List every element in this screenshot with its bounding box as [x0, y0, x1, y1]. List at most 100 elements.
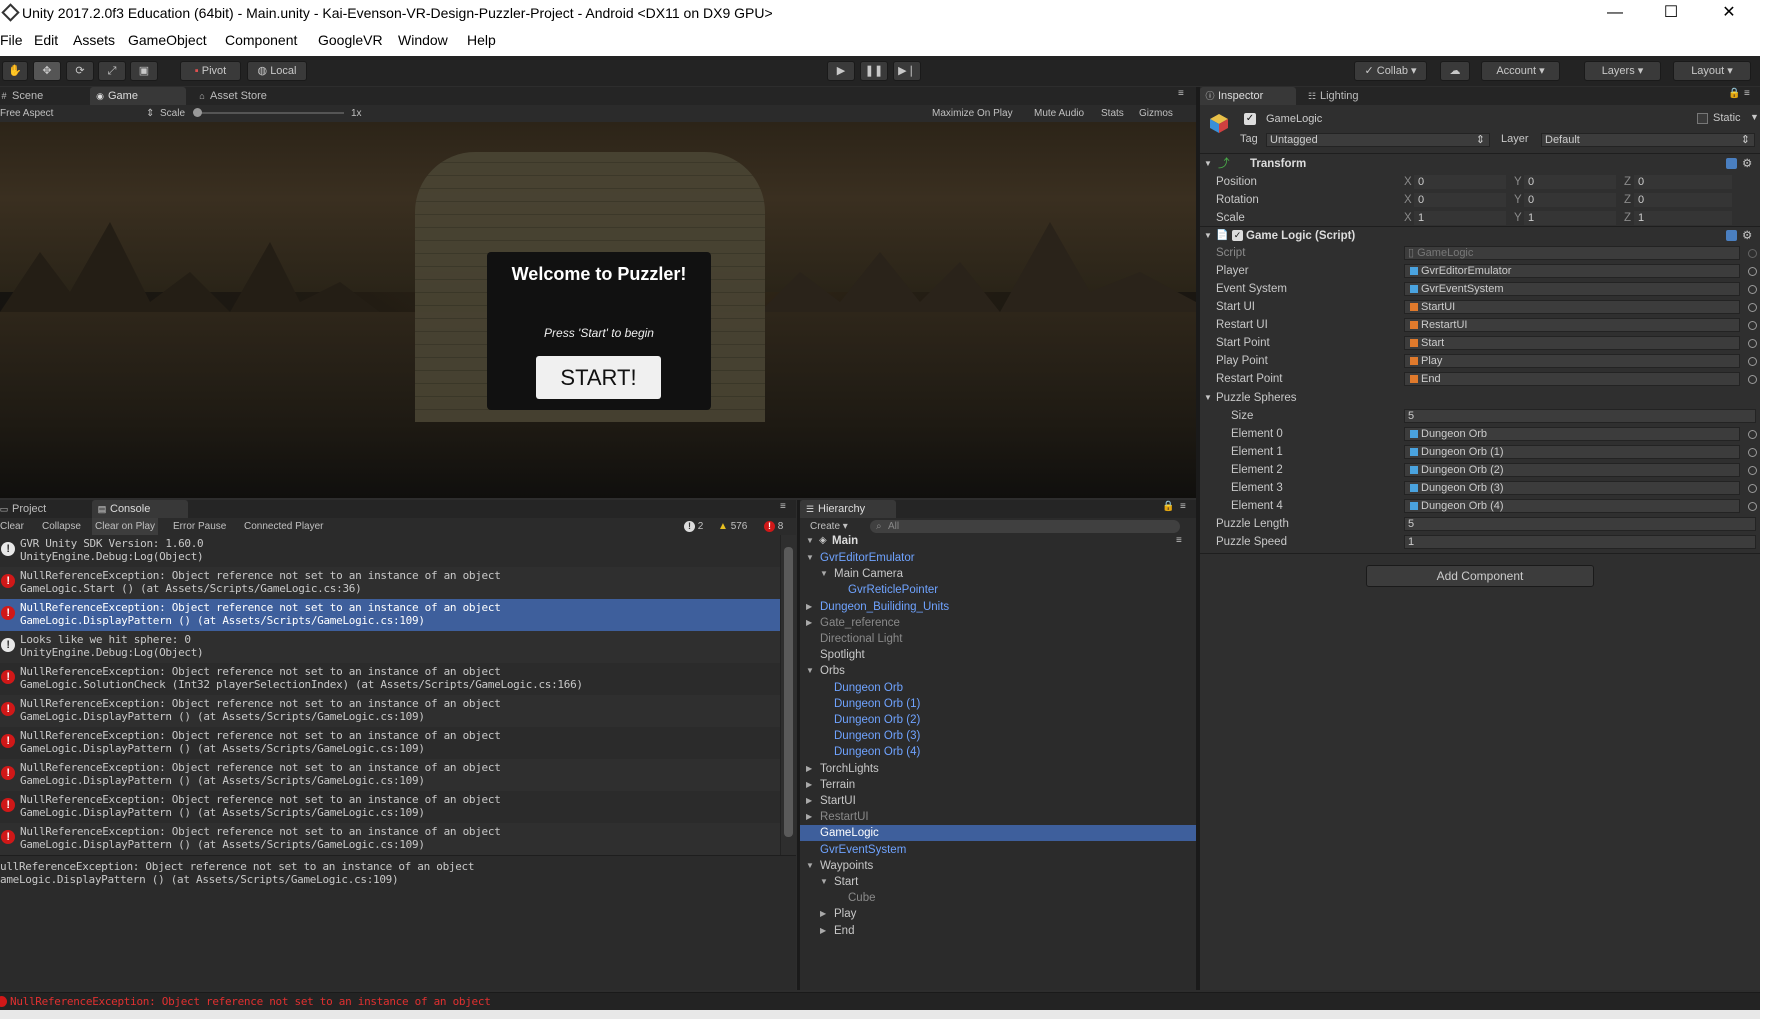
hierarchy-item-dungeon-orb-0[interactable]: Dungeon Orb [802, 680, 1196, 696]
tag-dropdown[interactable]: Untagged ⇕ [1266, 133, 1490, 147]
object-picker-icon[interactable] [1748, 448, 1757, 457]
object-reference-field[interactable]: Dungeon Orb (1) [1404, 445, 1740, 459]
collapsed-arrow-icon[interactable]: ▶ [806, 599, 816, 615]
object-reference-field[interactable]: Dungeon Orb [1404, 427, 1740, 441]
menu-help[interactable]: Help [467, 32, 496, 48]
gamelogic-component-header[interactable]: ▼ 📄 ✓ Game Logic (Script) ⚙ [1204, 228, 1760, 244]
error-pause-toggle[interactable]: Error Pause [173, 518, 226, 535]
object-picker-icon[interactable] [1748, 339, 1757, 348]
tab-lighting[interactable]: ☷ Lighting [1302, 87, 1367, 105]
y-input[interactable]: 1 [1524, 211, 1616, 225]
axis-z-label[interactable]: Z [1624, 192, 1631, 208]
component-enabled-checkbox[interactable]: ✓ [1232, 230, 1243, 241]
maximize-button[interactable]: ☐ [1648, 0, 1694, 26]
console-log-row[interactable]: ! NullReferenceException: Object referenc… [0, 663, 780, 695]
menu-edit[interactable]: Edit [34, 32, 58, 48]
hierarchy-item-dungeon-building-units[interactable]: ▶ Dungeon_Builiding_Units [802, 599, 1196, 615]
console-log-row[interactable]: ! NullReferenceException: Object referenc… [0, 567, 780, 599]
collapsed-arrow-icon[interactable]: ▶ [806, 615, 816, 631]
collapsed-arrow-icon[interactable]: ▶ [820, 906, 830, 922]
transform-header[interactable]: ▼ ⤴ Transform ⚙ [1204, 156, 1760, 172]
hierarchy-item-startui[interactable]: ▶ StartUI [802, 793, 1196, 809]
account-dropdown[interactable]: Account ▾ [1481, 61, 1560, 81]
axis-y-label[interactable]: Y [1514, 192, 1522, 208]
object-reference-field[interactable]: Dungeon Orb (3) [1404, 481, 1740, 495]
axis-x-label[interactable]: X [1404, 210, 1412, 226]
x-input[interactable]: 1 [1414, 211, 1506, 225]
menu-window[interactable]: Window [398, 32, 448, 48]
hierarchy-item-spotlight[interactable]: Spotlight [802, 647, 1196, 663]
status-bar[interactable]: NullReferenceException: Object reference… [0, 992, 1760, 1010]
collapse-toggle[interactable]: Collapse [42, 518, 81, 535]
hierarchy-item-dungeon-orb-4[interactable]: Dungeon Orb (4) [802, 744, 1196, 760]
z-input[interactable]: 0 [1634, 193, 1732, 207]
size-input[interactable]: 5 [1404, 409, 1756, 423]
console-log-row[interactable]: ! Looks like we hit sphere: 0 UnityEngine.… [0, 631, 780, 663]
clear-on-play-toggle[interactable]: Clear on Play [92, 518, 159, 535]
hierarchy-item-gvrreticlepointer[interactable]: GvrReticlePointer [802, 582, 1196, 598]
hierarchy-item-terrain[interactable]: ▶ Terrain [802, 777, 1196, 793]
y-input[interactable]: 0 [1524, 193, 1616, 207]
stats-toggle[interactable]: Stats [1101, 105, 1124, 122]
z-input[interactable]: 0 [1634, 175, 1732, 189]
axis-z-label[interactable]: Z [1624, 210, 1631, 226]
collapsed-arrow-icon[interactable]: ▶ [806, 777, 816, 793]
hierarchy-item-play[interactable]: ▶ Play [802, 906, 1196, 922]
rect-tool-icon[interactable]: ▣ [130, 61, 158, 81]
hierarchy-item-end[interactable]: ▶ End [802, 923, 1196, 939]
tab-project[interactable]: ▭ Project [0, 500, 54, 518]
pause-button[interactable]: ❚❚ [860, 61, 888, 81]
object-reference-field[interactable]: End [1404, 372, 1740, 386]
console-log-row[interactable]: ! GVR Unity SDK Version: 1.60.0 UnityEngin… [0, 535, 780, 567]
menu-component[interactable]: Component [225, 32, 297, 48]
menu-assets[interactable]: Assets [73, 32, 115, 48]
add-component-button[interactable]: Add Component [1366, 565, 1594, 587]
inspector-menu-icon[interactable]: ≡ [1744, 88, 1750, 99]
lock-icon[interactable]: 🔒 [1162, 501, 1174, 512]
collapsed-arrow-icon[interactable]: ▶ [806, 793, 816, 809]
hierarchy-item-dungeon-orb-3[interactable]: Dungeon Orb (3) [802, 728, 1196, 744]
object-picker-icon[interactable] [1748, 285, 1757, 294]
tab-game[interactable]: ◉ Game [90, 87, 186, 105]
info-count-toggle[interactable]: ! 2 [684, 518, 703, 535]
scale-slider-handle[interactable] [193, 108, 202, 117]
tab-hierarchy[interactable]: ☰ Hierarchy [800, 500, 896, 518]
console-log-row[interactable]: ! NullReferenceException: Object referenc… [0, 727, 780, 759]
tab-inspector[interactable]: ⓘ Inspector [1200, 87, 1296, 105]
object-reference-field[interactable]: GvrEditorEmulator [1404, 264, 1740, 278]
inspector-lock-icon[interactable]: 🔒 [1728, 88, 1740, 99]
console-log-row[interactable]: ! NullReferenceException: Object referenc… [0, 695, 780, 727]
axis-z-label[interactable]: Z [1624, 174, 1631, 190]
static-checkbox[interactable] [1697, 113, 1708, 124]
gizmos-dropdown[interactable]: Gizmos [1139, 105, 1173, 122]
minimize-button[interactable]: — [1592, 0, 1638, 26]
console-scrollbar[interactable] [780, 535, 796, 855]
object-name-input[interactable]: GameLogic [1262, 112, 1686, 128]
hierarchy-item-gvreditoremulator[interactable]: ▼ GvrEditorEmulator [802, 550, 1196, 566]
axis-y-label[interactable]: Y [1514, 210, 1522, 226]
layers-dropdown[interactable]: Layers ▾ [1584, 61, 1661, 81]
expand-arrow-icon[interactable]: ▼ [820, 566, 830, 582]
collab-dropdown[interactable]: ✓ Collab ▾ [1354, 61, 1427, 81]
object-picker-icon[interactable] [1748, 502, 1757, 511]
tab-console[interactable]: ▤ Console [92, 500, 188, 518]
hierarchy-item-orbs[interactable]: ▼ Orbs [802, 663, 1196, 679]
static-dropdown-arrow-icon[interactable]: ▼ [1750, 112, 1759, 122]
mute-audio-toggle[interactable]: Mute Audio [1034, 105, 1084, 122]
menu-gameobject[interactable]: GameObject [128, 32, 207, 48]
object-reference-field[interactable]: Play [1404, 354, 1740, 368]
help-book-icon[interactable] [1726, 158, 1737, 169]
hierarchy-item-cube[interactable]: Cube [802, 890, 1196, 906]
object-picker-icon[interactable] [1748, 267, 1757, 276]
component-gear-icon[interactable]: ⚙ [1742, 156, 1752, 172]
close-button[interactable]: ✕ [1706, 0, 1752, 26]
menu-file[interactable]: File [0, 32, 23, 48]
object-picker-icon[interactable] [1748, 375, 1757, 384]
puzzle-length-input[interactable]: 5 [1404, 517, 1756, 531]
object-picker-icon[interactable] [1748, 484, 1757, 493]
console-menu-icon[interactable]: ≡ [780, 501, 786, 512]
hierarchy-item-dungeon-orb-2[interactable]: Dungeon Orb (2) [802, 712, 1196, 728]
expand-arrow-icon[interactable]: ▼ [806, 550, 816, 566]
clear-button[interactable]: Clear [0, 518, 24, 535]
panel-menu-icon[interactable]: ≡ [1178, 88, 1184, 99]
